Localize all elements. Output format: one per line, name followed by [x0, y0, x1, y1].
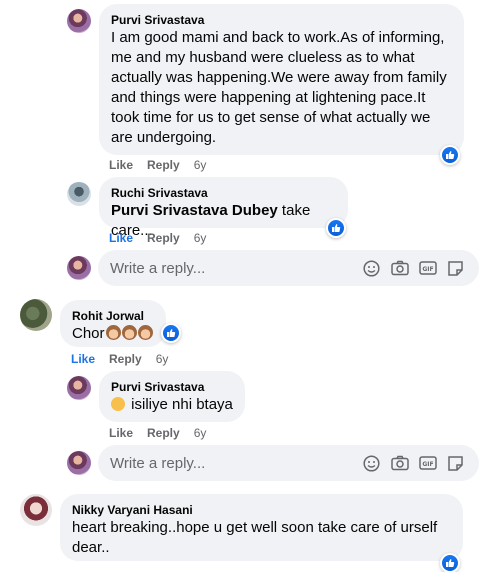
- comment-author[interactable]: Nikky Varyani Hasani: [72, 502, 451, 518]
- see-no-evil-emoji-icon: [137, 325, 153, 340]
- like-button[interactable]: Like: [109, 426, 133, 440]
- comment-timestamp[interactable]: 6y: [194, 426, 207, 440]
- gif-icon[interactable]: GIF: [418, 454, 437, 472]
- comment-bubble: Rohit Jorwal Chor: [60, 300, 166, 347]
- comment-author[interactable]: Purvi Srivastava: [111, 379, 233, 395]
- avatar[interactable]: [67, 182, 91, 206]
- reply-button[interactable]: Reply: [147, 158, 180, 172]
- smiling-face-emoji-icon: [111, 397, 125, 411]
- comment-bubble: Purvi Srivastava isiliye nhi btaya: [99, 371, 245, 422]
- see-no-evil-emoji-icon: [121, 325, 137, 340]
- sticker-icon[interactable]: [446, 454, 465, 472]
- reply-placeholder: Write a reply...: [110, 259, 206, 277]
- comment-author[interactable]: Ruchi Srivastava: [111, 185, 336, 201]
- camera-icon[interactable]: [390, 259, 409, 277]
- comment-bubble: Purvi Srivastava I am good mami and back…: [99, 4, 464, 155]
- avatar: [67, 451, 91, 475]
- comment-actions: Like Reply 6y: [109, 231, 220, 245]
- like-button[interactable]: Like: [71, 352, 95, 366]
- see-no-evil-emoji-icon: [105, 325, 121, 340]
- avatar[interactable]: [20, 494, 52, 526]
- like-button[interactable]: Like: [109, 158, 133, 172]
- comment-author[interactable]: Purvi Srivastava: [111, 12, 452, 28]
- avatar[interactable]: [20, 299, 52, 331]
- comment-bubble: Nikky Varyani Hasani heart breaking..hop…: [60, 494, 463, 561]
- sticker-icon[interactable]: [446, 259, 465, 277]
- comment-timestamp[interactable]: 6y: [194, 231, 207, 245]
- avatar[interactable]: [67, 376, 91, 400]
- comment-text-line: actually was happening.We were away from…: [111, 69, 447, 86]
- comment-text-line: dear..: [72, 539, 110, 556]
- comment-text: Chor: [72, 325, 105, 342]
- like-reaction-icon[interactable]: [161, 323, 181, 343]
- comment-text-line: are undergoing.: [111, 129, 217, 146]
- reply-button[interactable]: Reply: [109, 352, 142, 366]
- gif-icon[interactable]: GIF: [418, 259, 437, 277]
- like-reaction-icon[interactable]: [326, 218, 346, 238]
- camera-icon[interactable]: [390, 454, 409, 472]
- comment-bubble: Ruchi Srivastava Purvi Srivastava Dubey …: [99, 177, 348, 239]
- emoji-icon[interactable]: [362, 454, 381, 472]
- reply-input[interactable]: Write a reply... GIF: [98, 445, 479, 481]
- comment-text-line: and things were happening at lightening …: [111, 89, 426, 106]
- comment-actions: Like Reply 6y: [109, 426, 220, 440]
- mention-link[interactable]: Purvi Srivastava Dubey: [111, 202, 278, 219]
- svg-text:GIF: GIF: [422, 461, 433, 468]
- reply-input[interactable]: Write a reply... GIF: [98, 250, 479, 286]
- comment-text-line: heart breaking..hope u get well soon tak…: [72, 519, 438, 536]
- comment-actions: Like Reply 6y: [71, 352, 182, 366]
- comment-text-line: me and my husband were clueless as to wh…: [111, 49, 415, 66]
- svg-text:GIF: GIF: [422, 266, 433, 273]
- comment-text: isiliye nhi btaya: [131, 396, 233, 413]
- like-button[interactable]: Like: [109, 231, 133, 245]
- reply-placeholder: Write a reply...: [110, 454, 206, 472]
- avatar[interactable]: [67, 9, 91, 33]
- reply-button[interactable]: Reply: [147, 426, 180, 440]
- comment-text-line: took time for us to get sense of what ac…: [111, 109, 431, 126]
- reply-button[interactable]: Reply: [147, 231, 180, 245]
- avatar: [67, 256, 91, 280]
- comment-timestamp[interactable]: 6y: [156, 352, 169, 366]
- like-reaction-icon[interactable]: [440, 553, 460, 572]
- comment-actions: Like Reply 6y: [109, 158, 220, 172]
- like-reaction-icon[interactable]: [440, 145, 460, 165]
- emoji-icon[interactable]: [362, 259, 381, 277]
- comment-author[interactable]: Rohit Jorwal: [72, 308, 154, 324]
- comment-text-line: I am good mami and back to work.As of in…: [111, 29, 445, 46]
- comment-timestamp[interactable]: 6y: [194, 158, 207, 172]
